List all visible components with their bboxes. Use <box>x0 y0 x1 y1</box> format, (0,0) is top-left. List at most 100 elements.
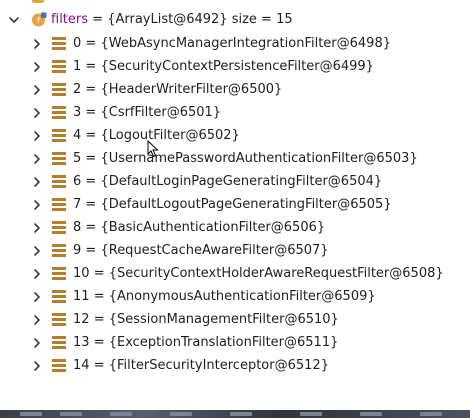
taskbar-item <box>300 412 322 416</box>
item-value: {SessionManagementFilter@6510} <box>108 312 339 327</box>
debugger-variables-panel: f filters = {ArrayList@6492} size = 15 0… <box>0 0 470 418</box>
list-item-icon <box>52 83 66 96</box>
tree-node-label: 7 = {DefaultLogoutPageGeneratingFilter@6… <box>73 193 392 216</box>
equals-sign: = <box>85 151 97 166</box>
tree-node-filter-item[interactable]: 5 = {UsernamePasswordAuthenticationFilte… <box>0 147 470 170</box>
chevron-right-icon[interactable] <box>29 262 45 285</box>
chevron-right-icon[interactable] <box>29 170 45 193</box>
tree-node-filter-item[interactable]: 0 = {WebAsyncManagerIntegrationFilter@64… <box>0 32 470 55</box>
tree-node-filter-item[interactable]: 13 = {ExceptionTranslationFilter@6511} <box>0 331 470 354</box>
tree-node-filter-item[interactable]: 3 = {CsrfFilter@6501} <box>0 101 470 124</box>
chevron-down-icon[interactable] <box>6 8 22 32</box>
chevron-right-icon[interactable] <box>29 124 45 147</box>
field-name: filters <box>51 12 89 27</box>
tree-node-filter-item[interactable]: 1 = {SecurityContextPersistenceFilter@64… <box>0 55 470 78</box>
chevron-right-icon[interactable] <box>29 101 45 124</box>
tree-node-label: filters = {ArrayList@6492} size = 15 <box>51 8 293 32</box>
tree-node-label: 9 = {RequestCacheAwareFilter@6507} <box>73 239 329 262</box>
list-item-icon <box>52 290 66 303</box>
list-item-icon <box>52 221 66 234</box>
item-index: 13 <box>73 335 90 350</box>
tree-node-label: 11 = {AnonymousAuthenticationFilter@6509… <box>73 285 376 308</box>
tree-node-label: 8 = {BasicAuthenticationFilter@6506} <box>73 216 325 239</box>
tree-node-label: 5 = {UsernamePasswordAuthenticationFilte… <box>73 147 418 170</box>
chevron-right-icon[interactable] <box>29 239 45 262</box>
tree-node-filter-item[interactable]: 4 = {LogoutFilter@6502} <box>0 124 470 147</box>
tree-node-filter-item[interactable]: 7 = {DefaultLogoutPageGeneratingFilter@6… <box>0 193 470 216</box>
list-item-icon <box>52 313 66 326</box>
tree-node-filter-item[interactable]: 12 = {SessionManagementFilter@6510} <box>0 308 470 331</box>
equals-sign: = <box>93 358 105 373</box>
equals-sign: = <box>85 82 97 97</box>
item-value: {HeaderWriterFilter@6500} <box>100 82 283 97</box>
chevron-right-icon[interactable] <box>29 285 45 308</box>
tree-node-filter-item[interactable]: 14 = {FilterSecurityInterceptor@6512} <box>0 354 470 377</box>
tree-node-filter-item[interactable]: 2 = {HeaderWriterFilter@6500} <box>0 78 470 101</box>
field-icon <box>32 0 44 3</box>
taskbar-item <box>230 412 252 416</box>
tree-node-filter-item[interactable]: 9 = {RequestCacheAwareFilter@6507} <box>0 239 470 262</box>
item-index: 2 <box>73 82 82 97</box>
equals-sign: = <box>85 174 97 189</box>
item-index: 0 <box>73 36 82 51</box>
equals-sign: = <box>93 335 105 350</box>
chevron-right-icon[interactable] <box>29 331 45 354</box>
equals-sign: = <box>85 105 97 120</box>
list-item-icon <box>52 359 66 372</box>
truncated-previous-row <box>0 0 470 7</box>
chevron-right-icon[interactable] <box>29 78 45 101</box>
list-item-icon <box>52 198 66 211</box>
item-value: {ExceptionTranslationFilter@6511} <box>108 335 339 350</box>
tree-node-filter-item[interactable]: 10 = {SecurityContextHolderAwareRequestF… <box>0 262 470 285</box>
item-index: 8 <box>73 220 82 235</box>
taskbar-item <box>60 412 82 416</box>
item-value: {SecurityContextPersistenceFilter@6499} <box>100 59 374 74</box>
chevron-right-icon[interactable] <box>29 216 45 239</box>
taskbar-item <box>360 412 382 416</box>
equals-sign: = <box>85 197 97 212</box>
item-index: 5 <box>73 151 82 166</box>
mouse-cursor-icon <box>147 140 159 158</box>
item-index: 11 <box>73 289 90 304</box>
chevron-right-icon[interactable] <box>29 55 45 78</box>
item-value: {DefaultLogoutPageGeneratingFilter@6505} <box>100 197 392 212</box>
list-item-icon <box>52 175 66 188</box>
equals-sign: = <box>85 59 97 74</box>
tree-node-label: 0 = {WebAsyncManagerIntegrationFilter@64… <box>73 32 391 55</box>
equals-sign: = <box>85 220 97 235</box>
list-item-icon <box>52 267 66 280</box>
tree-node-label: 6 = {DefaultLoginPageGeneratingFilter@65… <box>73 170 382 193</box>
item-index: 14 <box>73 358 90 373</box>
tree-node-label: 2 = {HeaderWriterFilter@6500} <box>73 78 282 101</box>
item-value: {RequestCacheAwareFilter@6507} <box>100 243 329 258</box>
item-index: 7 <box>73 197 82 212</box>
list-item-icon <box>52 60 66 73</box>
tree-node-filter-item[interactable]: 8 = {BasicAuthenticationFilter@6506} <box>0 216 470 239</box>
tree-node-label: 13 = {ExceptionTranslationFilter@6511} <box>73 331 338 354</box>
equals-sign: = <box>93 312 105 327</box>
list-item-icon <box>52 152 66 165</box>
item-index: 4 <box>73 128 82 143</box>
chevron-right-icon[interactable] <box>29 193 45 216</box>
item-value: {DefaultLoginPageGeneratingFilter@6504} <box>100 174 383 189</box>
chevron-right-icon[interactable] <box>29 354 45 377</box>
tree-node-filters[interactable]: f filters = {ArrayList@6492} size = 15 <box>0 8 470 32</box>
taskbar-item <box>170 412 192 416</box>
list-item-icon <box>52 106 66 119</box>
tree-node-filter-item[interactable]: 6 = {DefaultLoginPageGeneratingFilter@65… <box>0 170 470 193</box>
equals-sign: = <box>93 266 105 281</box>
equals-sign: = <box>93 289 105 304</box>
item-value: {FilterSecurityInterceptor@6512} <box>108 358 329 373</box>
chevron-right-icon[interactable] <box>29 308 45 331</box>
tree-node-filter-item[interactable]: 11 = {AnonymousAuthenticationFilter@6509… <box>0 285 470 308</box>
item-value: {AnonymousAuthenticationFilter@6509} <box>108 289 376 304</box>
chevron-right-icon[interactable] <box>29 32 45 55</box>
taskbar-item <box>420 412 442 416</box>
list-item-icon <box>52 129 66 142</box>
list-item-icon <box>52 336 66 349</box>
equals-sign: = <box>92 12 104 27</box>
taskbar-item <box>110 412 132 416</box>
field-value: {ArrayList@6492} <box>107 12 228 27</box>
chevron-right-icon[interactable] <box>29 147 45 170</box>
item-value: {SecurityContextHolderAwareRequestFilter… <box>108 266 444 281</box>
